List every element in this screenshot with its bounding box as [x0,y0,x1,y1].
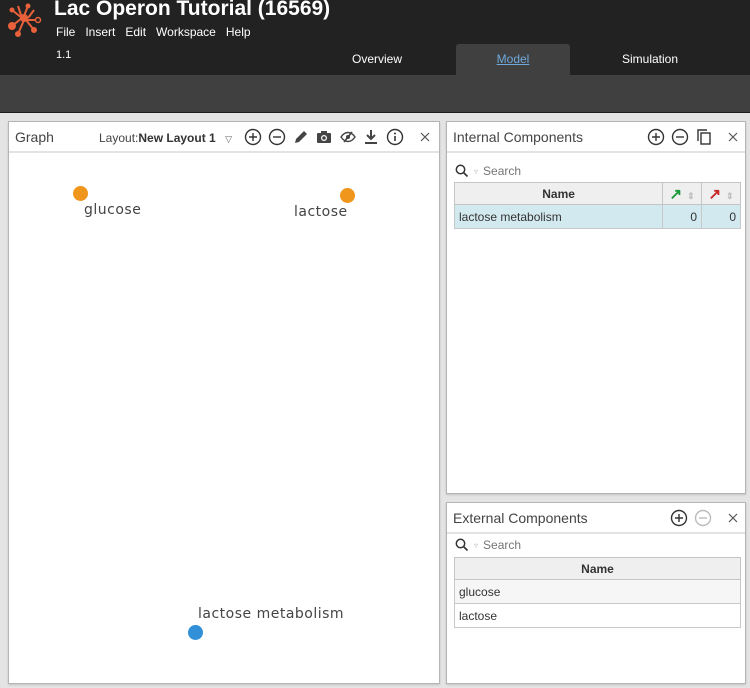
internal-search-input[interactable] [483,164,684,178]
app-title: Lac Operon Tutorial (16569) [54,0,331,20]
cell-name: lactose metabolism [453,204,664,229]
close-icon[interactable] [723,508,743,528]
graph-canvas[interactable]: glucose lactose lactose metabolism [9,155,439,683]
info-icon[interactable] [385,127,405,147]
positive-regulators-icon: ↗ [669,185,683,203]
node-lactose[interactable] [340,188,355,203]
external-search: ▿ [455,536,684,554]
layout-select[interactable]: Layout:New Layout 1 ▽ [99,131,232,145]
table-header: Name ↗ ⇕ ↗ ⇕ [453,182,741,205]
network-logo-icon [8,3,42,37]
graph-panel: Graph Layout:New Layout 1 ▽ glucose lact… [8,121,440,684]
column-header-name[interactable]: Name [453,182,664,205]
internal-components-table: Name ↗ ⇕ ↗ ⇕ lactose metabolism 0 0 [453,182,741,229]
tab-simulation[interactable]: Simulation [593,44,707,75]
menu-help[interactable]: Help [226,25,251,39]
zoom-in-icon[interactable] [243,127,263,147]
table-row[interactable]: lactose metabolism 0 0 [453,204,741,229]
table-row[interactable]: glucose [454,579,741,604]
node-label-lactose-metabolism: lactose metabolism [198,606,345,622]
add-icon[interactable] [669,508,689,528]
hide-icon[interactable] [338,127,358,147]
remove-icon[interactable] [670,127,690,147]
graph-panel-header: Graph Layout:New Layout 1 ▽ [9,122,439,153]
version-label: 1.1 [56,49,72,61]
top-bar: Lac Operon Tutorial (16569) File Insert … [0,0,750,75]
external-panel-header: External Components [447,503,745,534]
tab-model[interactable]: Model [456,44,570,75]
node-label-glucose: glucose [84,202,142,218]
node-glucose[interactable] [73,186,88,201]
column-header-name[interactable]: Name [454,557,741,580]
column-header-negative[interactable]: ↗ ⇕ [701,182,741,205]
remove-icon[interactable] [693,508,713,528]
menu-workspace[interactable]: Workspace [156,25,216,39]
negative-regulators-icon: ↗ [708,185,722,203]
menu-file[interactable]: File [56,25,75,39]
table-header: Name [454,557,741,580]
camera-icon[interactable] [314,127,334,147]
table-row[interactable]: lactose [454,603,741,628]
node-lactose-metabolism[interactable] [188,625,203,640]
cell-name: glucose [454,579,741,604]
layout-value: New Layout 1 [138,131,216,145]
sort-icon: ⇕ [687,190,695,201]
search-icon [455,538,469,552]
column-header-positive[interactable]: ↗ ⇕ [662,182,703,205]
search-icon [455,164,469,178]
external-panel-title: External Components [453,510,588,526]
menu-bar: File Insert Edit Workspace Help [56,25,251,39]
internal-panel-title: Internal Components [453,129,583,145]
filter-icon: ▿ [474,166,479,176]
graph-panel-title: Graph [15,129,54,145]
pencil-icon[interactable] [291,127,311,147]
tab-overview[interactable]: Overview [320,44,434,75]
sub-toolbar [0,75,750,113]
cell-negative: 0 [701,204,741,229]
external-search-input[interactable] [483,538,684,552]
zoom-out-icon[interactable] [267,127,287,147]
sort-icon: ⇕ [726,190,734,201]
layout-prefix: Layout: [99,131,139,145]
internal-panel-header: Internal Components [447,122,745,153]
copy-icon[interactable] [694,127,714,147]
external-components-panel: External Components ▿ Name glucose lacto… [446,502,746,684]
internal-search: ▿ [455,162,684,180]
close-icon[interactable] [415,127,435,147]
add-icon[interactable] [646,127,666,147]
close-icon[interactable] [723,127,743,147]
cell-name: lactose [454,603,741,628]
chevron-down-icon: ▽ [225,134,232,144]
menu-edit[interactable]: Edit [125,25,146,39]
node-label-lactose: lactose [294,204,348,220]
download-icon[interactable] [361,127,381,147]
external-components-table: Name glucose lactose [454,557,741,628]
filter-icon: ▿ [474,540,479,550]
menu-insert[interactable]: Insert [85,25,115,39]
internal-components-panel: Internal Components ▿ Name ↗⇕ ↗⇕ lactose… [446,121,746,494]
cell-positive: 0 [662,204,703,229]
